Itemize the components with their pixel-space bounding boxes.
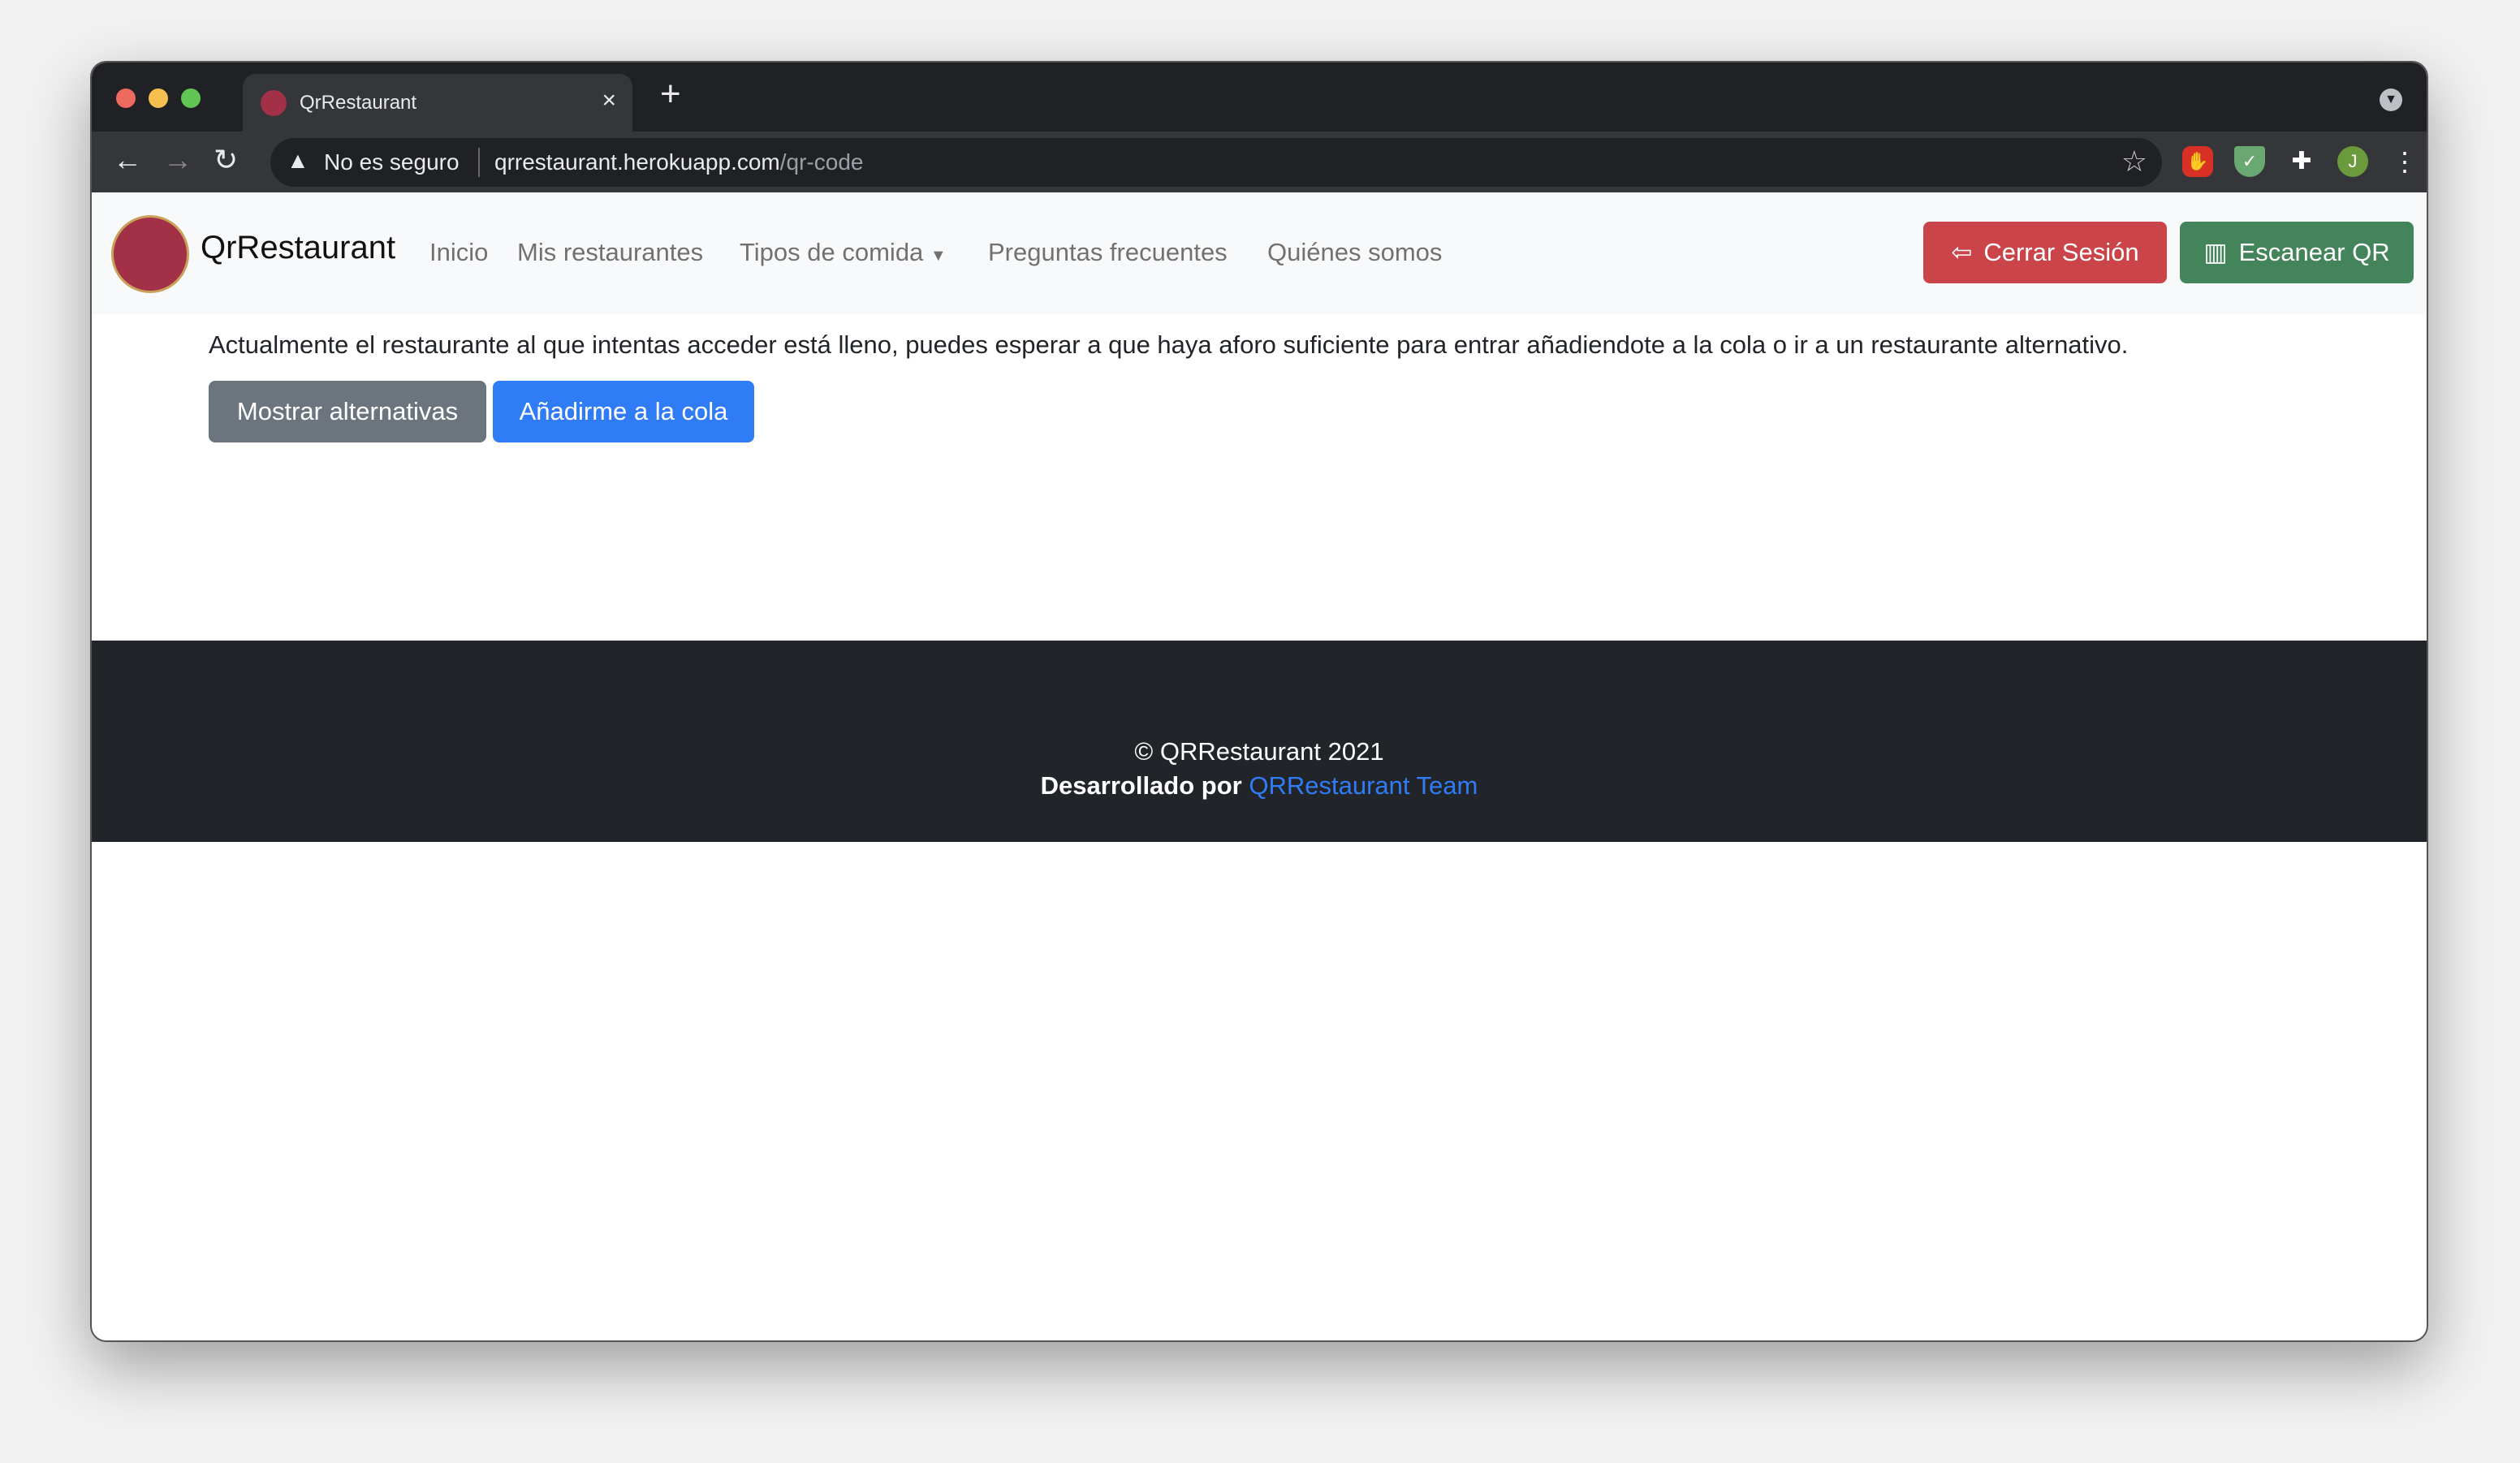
nav-tipos-de-comida[interactable]: Tipos de comida ▼ [740,238,947,267]
nav-mis-restaurantes[interactable]: Mis restaurantes [517,238,703,267]
logout-icon: ⇦ [1951,238,1973,266]
reload-icon[interactable]: ↻ [214,143,238,177]
nav-label: Tipos de comida [740,238,924,266]
developed-by: Desarrollado por QRRestaurant Team [92,769,2427,803]
team-link[interactable]: QRRestaurant Team [1249,771,1478,800]
url-host: qrrestaurant.herokuapp.com [494,149,780,175]
close-tab-icon[interactable]: × [602,87,616,114]
bookmark-star-icon[interactable]: ☆ [2121,145,2147,179]
scan-qr-button[interactable]: ▥ Escanear QR [2180,222,2414,283]
extensions-puzzle-icon[interactable]: ✚ [2286,146,2317,177]
divider [478,148,480,177]
warning-icon: ▲ [287,148,309,173]
logout-label: Cerrar Sesión [1983,238,2139,266]
site-navbar: QrRestaurant Inicio Mis restaurantes Tip… [92,192,2427,314]
barcode-icon: ▥ [2203,238,2228,266]
browser-toolbar: ← → ↻ ▲ No es seguro qrrestaurant.heroku… [92,132,2427,192]
close-window-button[interactable] [116,88,136,108]
join-queue-button[interactable]: Añadirme a la cola [493,381,754,442]
url-path: /qr-code [779,149,864,175]
back-icon[interactable]: ← [113,143,142,177]
logout-button[interactable]: ⇦ Cerrar Sesión [1923,222,2167,283]
nav-preguntas-frecuentes[interactable]: Preguntas frecuentes [988,238,1228,267]
copyright: © QRRestaurant 2021 [1134,737,1384,766]
tab-bar: QrRestaurant × + ▼ [92,63,2427,132]
site-footer: © QRRestaurant 2021 Desarrollado por QRR… [92,641,2427,842]
tab-title: QrRestaurant [300,92,417,114]
tab-search-icon[interactable]: ▼ [2380,88,2402,111]
scan-label: Escanear QR [2238,238,2390,266]
profile-avatar[interactable]: J [2337,146,2368,177]
brand-name[interactable]: QrRestaurant [201,230,395,266]
nav-quienes-somos[interactable]: Quiénes somos [1267,238,1442,267]
show-alternatives-button[interactable]: Mostrar alternativas [209,381,486,442]
adblock-icon[interactable]: ✋ [2182,146,2213,177]
nav-inicio[interactable]: Inicio [429,238,488,267]
favicon-icon [261,90,287,116]
restaurant-full-message: Actualmente el restaurante al que intent… [209,330,2129,359]
developed-by-label: Desarrollado por [1040,771,1242,800]
brand-logo[interactable] [111,215,189,293]
url-text: qrrestaurant.herokuapp.com/qr-code [494,149,863,175]
maximize-window-button[interactable] [181,88,201,108]
shield-check-icon[interactable]: ✓ [2234,146,2265,177]
minimize-window-button[interactable] [149,88,168,108]
browser-tab[interactable]: QrRestaurant × [243,74,632,132]
forward-icon[interactable]: → [163,143,192,177]
security-label: No es seguro [324,149,460,175]
menu-kebab-icon[interactable]: ⋮ [2389,146,2420,177]
browser-window: QrRestaurant × + ▼ ← → ↻ ▲ No es seguro … [90,61,2428,1342]
address-bar[interactable]: ▲ No es seguro qrrestaurant.herokuapp.co… [270,138,2162,187]
new-tab-icon[interactable]: + [660,74,681,114]
caret-down-icon: ▼ [930,247,947,265]
main-content: Actualmente el restaurante al que intent… [92,314,2427,641]
